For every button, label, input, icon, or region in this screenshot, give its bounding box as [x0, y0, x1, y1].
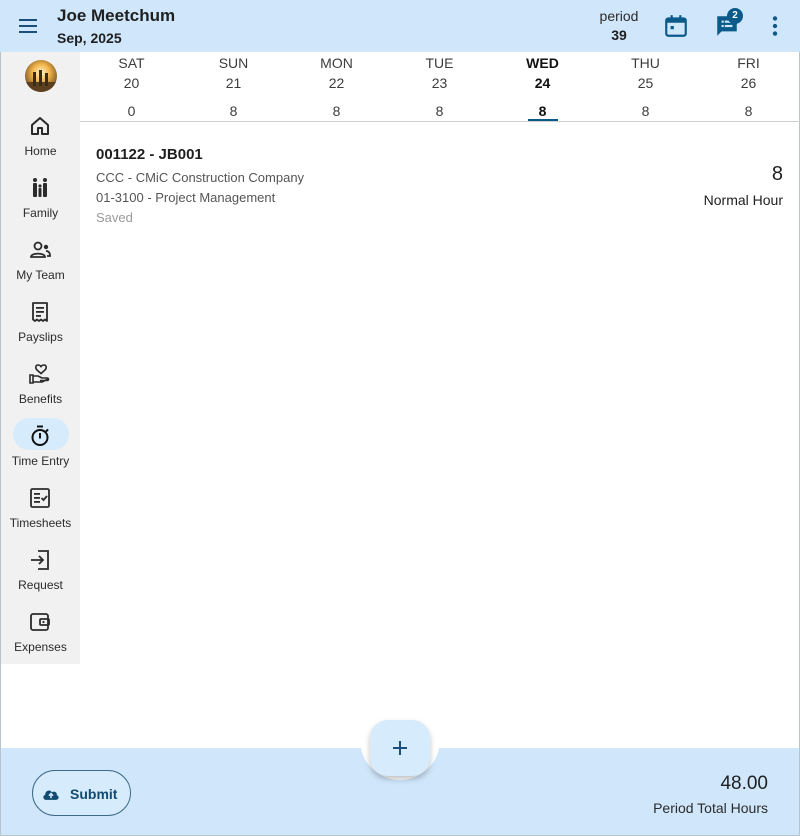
menu-button[interactable]: [16, 14, 40, 38]
entry-hour-type: Normal Hour: [703, 192, 783, 208]
sidebar-item-label: Request: [18, 578, 63, 592]
sidebar-item-request[interactable]: Request: [1, 548, 80, 610]
entry-status: Saved: [96, 210, 133, 225]
sidebar-item-label: Home: [24, 144, 57, 158]
day-wed[interactable]: WED 24 8: [491, 52, 594, 122]
user-name: Joe Meetchum: [57, 6, 176, 25]
sidebar-item-timesheets[interactable]: Timesheets: [1, 486, 80, 548]
time-entry-item[interactable]: 001122 - JB001 CCC - CMiC Construction C…: [80, 123, 799, 233]
period-value: 39: [611, 27, 627, 43]
avatar[interactable]: [25, 60, 57, 92]
app-header: Joe Meetchum Sep, 2025 period 39 2: [0, 0, 800, 52]
sidebar-item-label: Expenses: [14, 640, 67, 654]
sidebar-nav: Home Family My Team Payslips Benefits Ti…: [1, 52, 80, 664]
sidebar-item-benefits[interactable]: Benefits: [1, 362, 80, 424]
sidebar-item-label: Family: [22, 206, 59, 220]
sidebar-item-label: Time Entry: [11, 454, 70, 468]
request-icon: [31, 550, 49, 570]
day-tue[interactable]: TUE 23 8: [388, 52, 491, 122]
sidebar-item-label: My Team: [16, 268, 65, 282]
current-month: Sep, 2025: [57, 30, 122, 46]
cloud-upload-icon: [43, 790, 59, 800]
menu-icon: [19, 19, 37, 21]
sidebar-item-family[interactable]: Family: [1, 176, 80, 238]
add-entry-button[interactable]: [370, 720, 430, 776]
entry-company: CCC - CMiC Construction Company: [96, 170, 305, 185]
timesheet-icon: [30, 488, 50, 508]
sidebar-item-home[interactable]: Home: [1, 114, 80, 176]
entry-cost-code: 01-3100 - Project Management: [96, 190, 276, 205]
day-sun[interactable]: SUN 21 8: [182, 52, 285, 122]
sidebar-item-label: Timesheets: [9, 516, 72, 530]
benefits-icon: [29, 364, 50, 384]
sidebar-item-label: Payslips: [18, 330, 63, 344]
sidebar-item-label: Benefits: [18, 392, 63, 406]
submit-button[interactable]: Submit: [32, 770, 131, 816]
sidebar-item-payslips[interactable]: Payslips: [1, 300, 80, 362]
more-options-button[interactable]: [762, 13, 788, 39]
calendar-button[interactable]: [663, 13, 689, 39]
sidebar-item-my-team[interactable]: My Team: [1, 238, 80, 300]
period-total-label: Period Total Hours: [653, 800, 768, 816]
submit-label: Submit: [70, 786, 118, 802]
selected-day-indicator: [528, 119, 558, 121]
day-thu[interactable]: THU 25 8: [594, 52, 697, 122]
messages-badge: 2: [727, 8, 743, 24]
sidebar-item-time-entry[interactable]: Time Entry: [1, 418, 80, 486]
day-sat[interactable]: SAT 20 0: [80, 52, 183, 122]
entry-job-title: 001122 - JB001: [96, 146, 203, 163]
payslip-icon: [32, 302, 48, 322]
sidebar-item-expenses[interactable]: Expenses: [1, 610, 80, 672]
period-total-hours: 48.00: [720, 773, 768, 794]
home-icon: [31, 117, 49, 135]
week-day-selector: SAT 20 0 SUN 21 8 MON 22 8 TUE 23 8 WED …: [80, 52, 800, 122]
more-vert-icon: [772, 16, 778, 36]
entry-hours: 8: [771, 163, 783, 185]
timer-icon: [31, 425, 49, 446]
team-icon: [30, 241, 51, 258]
period-label: period: [599, 8, 639, 24]
day-fri[interactable]: FRI 26 8: [697, 52, 800, 122]
family-icon: [33, 178, 47, 197]
day-mon[interactable]: MON 22 8: [285, 52, 388, 122]
wallet-icon: [30, 613, 50, 631]
calendar-icon: [665, 15, 687, 37]
